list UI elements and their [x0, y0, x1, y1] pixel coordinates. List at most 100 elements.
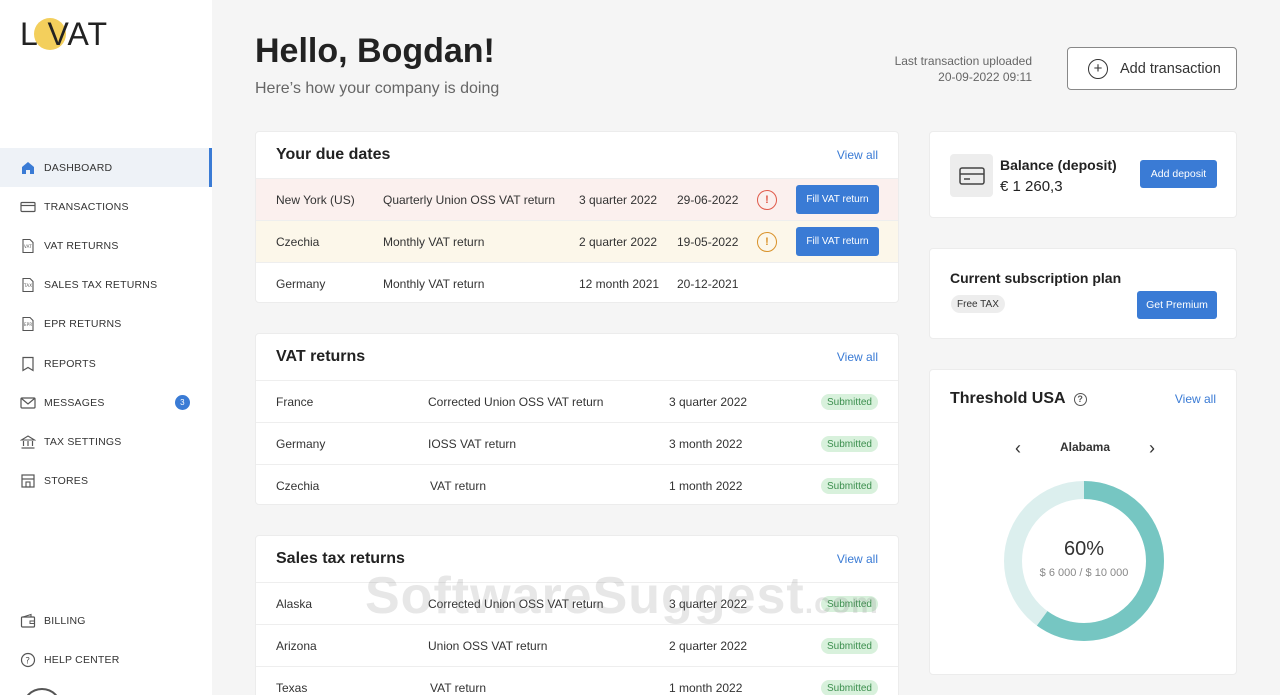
sidebar-item-label: STORES: [44, 475, 89, 488]
status-badge: Submitted: [820, 638, 878, 654]
due-date-row[interactable]: New York (US) Quarterly Union OSS VAT re…: [256, 178, 898, 220]
mail-icon: [20, 395, 36, 411]
due-date-period: 2 quarter 2022: [579, 235, 658, 249]
add-transaction-button[interactable]: + Add transaction: [1067, 47, 1237, 90]
sidebar-item-label: SALES TAX RETURNS: [44, 279, 158, 292]
logo-text: L VAT: [20, 16, 108, 52]
due-date-country: Czechia: [276, 235, 320, 249]
wallet-card-icon: [950, 154, 993, 197]
warning-icon: !: [757, 232, 777, 252]
state-switcher: ‹ Alabama ›: [1010, 436, 1160, 460]
wallet-icon: [20, 613, 36, 629]
due-date-date: 29-06-2022: [677, 193, 739, 207]
add-deposit-button[interactable]: Add deposit: [1140, 160, 1217, 188]
sidebar-item-label: MESSAGES: [44, 396, 105, 409]
fill-vat-return-button[interactable]: Fill VAT return: [796, 227, 879, 256]
due-dates-title: Your due dates: [276, 146, 391, 163]
status-badge: Submitted: [820, 596, 878, 612]
due-date-period: 12 month 2021: [579, 277, 660, 291]
add-transaction-label: Add transaction: [1120, 60, 1221, 77]
main-nav: DASHBOARD TRANSACTIONS VAT VAT RETURNS T…: [0, 148, 212, 501]
svg-text:EPR: EPR: [24, 322, 32, 327]
due-date-period: 3 quarter 2022: [579, 193, 658, 207]
question-icon[interactable]: ?: [1073, 392, 1087, 406]
sales-tax-return-row[interactable]: Arizona Union OSS VAT return 2 quarter 2…: [256, 624, 898, 666]
sidebar-item-help-center[interactable]: ? HELP CENTER: [0, 640, 212, 679]
return-type: VAT return: [430, 479, 487, 493]
sidebar-item-epr-returns[interactable]: EPR EPR RETURNS: [0, 305, 212, 344]
return-country: France: [276, 395, 314, 409]
vat-return-row[interactable]: Germany IOSS VAT return 3 month 2022 Sub…: [256, 422, 898, 464]
return-period: 1 month 2022: [669, 681, 743, 695]
last-transaction-info: Last transaction uploaded 20-09-2022 09:…: [895, 53, 1032, 85]
return-country: Germany: [276, 437, 326, 451]
vat-return-row[interactable]: Czechia VAT return 1 month 2022 Submitte…: [256, 464, 898, 506]
return-state: Alaska: [276, 597, 313, 611]
sidebar-item-label: DASHBOARD: [44, 161, 113, 174]
sidebar-item-billing[interactable]: BILLING: [0, 601, 212, 640]
bank-icon: [20, 434, 36, 450]
avatar[interactable]: [22, 688, 62, 695]
due-date-type: Quarterly Union OSS VAT return: [383, 193, 556, 207]
vat-returns-list: France Corrected Union OSS VAT return 3 …: [256, 380, 898, 506]
due-date-row[interactable]: Germany Monthly VAT return 12 month 2021…: [256, 262, 898, 304]
return-type: Union OSS VAT return: [428, 639, 548, 653]
page-subtitle: Here’s how your company is doing: [255, 80, 500, 97]
sidebar-item-sales-tax-returns[interactable]: TAX SALES TAX RETURNS: [0, 266, 212, 305]
sidebar-item-vat-returns[interactable]: VAT VAT RETURNS: [0, 226, 212, 265]
svg-text:VAT: VAT: [24, 244, 32, 249]
fill-vat-return-button[interactable]: Fill VAT return: [796, 185, 879, 214]
return-period: 1 month 2022: [669, 479, 743, 493]
balance-card: Balance (deposit) € 1 260,3 Add deposit: [929, 131, 1237, 218]
sidebar-item-messages[interactable]: MESSAGES 3: [0, 383, 212, 422]
get-premium-button[interactable]: Get Premium: [1137, 291, 1217, 319]
sales-tax-returns-list: Alaska Corrected Union OSS VAT return 3 …: [256, 582, 898, 695]
vat-returns-title: VAT returns: [276, 348, 366, 365]
home-icon: [20, 160, 36, 176]
status-badge: Submitted: [820, 394, 878, 410]
due-date-date: 19-05-2022: [677, 235, 739, 249]
page-title: Hello, Bogdan!: [255, 32, 495, 70]
state-name: Alabama: [1059, 440, 1111, 454]
messages-count-badge: 3: [175, 395, 190, 411]
balance-label: Balance (deposit): [1000, 157, 1117, 173]
return-type: IOSS VAT return: [428, 437, 517, 451]
sidebar-item-label: VAT RETURNS: [44, 239, 119, 252]
due-date-row[interactable]: Czechia Monthly VAT return 2 quarter 202…: [256, 220, 898, 262]
sidebar-item-tax-settings[interactable]: TAX SETTINGS: [0, 422, 212, 461]
sidebar-item-transactions[interactable]: TRANSACTIONS: [0, 187, 212, 226]
status-badge: Submitted: [820, 680, 878, 695]
secondary-nav: BILLING ? HELP CENTER: [0, 601, 212, 679]
last-transaction-time: 20-09-2022 09:11: [938, 70, 1032, 84]
threshold-view-all-link[interactable]: View all: [1175, 392, 1216, 406]
due-dates-card: Your due dates View all New York (US) Qu…: [255, 131, 899, 303]
sidebar-item-stores[interactable]: STORES: [0, 462, 212, 501]
store-icon: [20, 473, 36, 489]
due-date-type: Monthly VAT return: [383, 277, 485, 291]
tax-doc-icon: TAX: [20, 277, 36, 293]
help-icon: ?: [20, 652, 36, 668]
return-state: Texas: [276, 681, 308, 695]
subscription-title: Current subscription plan: [950, 270, 1122, 286]
sales-tax-return-row[interactable]: Texas VAT return 1 month 2022 Submitted: [256, 666, 898, 695]
sales-tax-returns-title: Sales tax returns: [276, 550, 405, 567]
sidebar-item-reports[interactable]: REPORTS: [0, 344, 212, 383]
lovat-logo[interactable]: L VAT: [20, 16, 120, 52]
report-icon: [20, 356, 36, 372]
sidebar-item-label: TAX SETTINGS: [44, 435, 122, 448]
due-dates-view-all-link[interactable]: View all: [837, 148, 878, 162]
sidebar-item-label: BILLING: [44, 614, 86, 627]
vat-return-row[interactable]: France Corrected Union OSS VAT return 3 …: [256, 380, 898, 422]
sidebar-item-dashboard[interactable]: DASHBOARD: [0, 148, 212, 188]
sidebar-item-label: TRANSACTIONS: [44, 200, 129, 213]
chevron-right-icon[interactable]: ›: [1149, 438, 1155, 459]
return-state: Arizona: [276, 639, 317, 653]
vat-returns-view-all-link[interactable]: View all: [837, 350, 878, 364]
sales-tax-view-all-link[interactable]: View all: [837, 552, 878, 566]
plus-circle-icon: +: [1088, 58, 1108, 79]
last-transaction-label: Last transaction uploaded: [894, 54, 1032, 68]
return-country: Czechia: [276, 479, 320, 493]
sales-tax-return-row[interactable]: Alaska Corrected Union OSS VAT return 3 …: [256, 582, 898, 624]
overdue-warning-icon: !: [757, 190, 777, 210]
balance-value: € 1 260,3: [1000, 178, 1063, 195]
